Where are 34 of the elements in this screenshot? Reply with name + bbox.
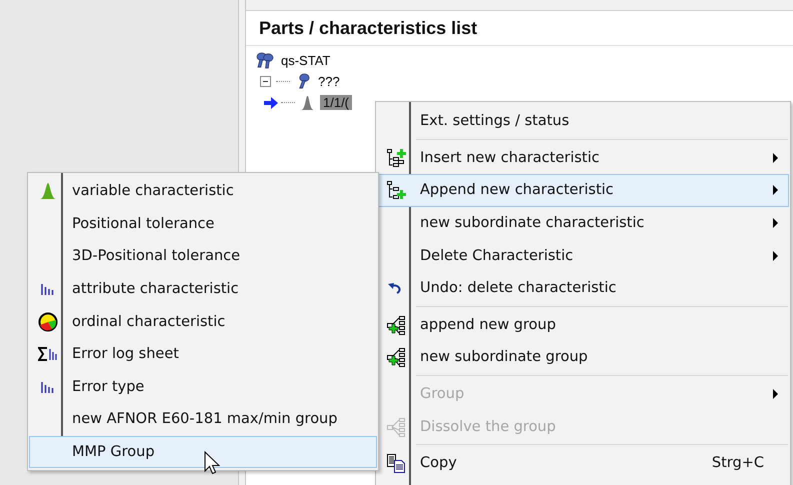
group-icon [386,314,406,335]
tree-add-icon [386,180,406,200]
screws-icon [256,52,275,69]
pie-chart-icon [38,312,58,332]
menu-item[interactable]: Positional tolerance [29,208,377,240]
menu-item[interactable]: new AFNOR E60-181 max/min group [29,403,377,436]
menu-item[interactable]: Insert new characteristic [377,142,789,174]
menu-item[interactable]: Copy Strg+C [377,446,789,480]
menu-item[interactable]: Error log sheet [29,338,377,371]
menu-item[interactable]: attribute characteristic [29,272,377,306]
menu-item[interactable]: Append new characteristic [377,174,789,207]
group-icon [386,347,406,368]
collapse-toggle[interactable] [260,76,271,87]
menu-item[interactable]: variable characteristic [29,175,377,208]
menu-item[interactable]: append new group [377,308,789,342]
tree-item[interactable]: ??? [315,74,343,89]
tree-item[interactable]: qs-STAT [278,53,334,68]
menu-item[interactable]: MMP Group [29,436,377,468]
panel-title: Parts / characteristics list [246,11,793,46]
tree-item[interactable]: 1/1/( [320,95,352,110]
menu-item[interactable]: 3D-Positional tolerance [29,240,377,273]
group-icon [386,416,406,437]
menu-item[interactable]: Error type [29,370,377,404]
menu-item[interactable]: Ext. settings / status [377,105,789,138]
copy-icon [386,453,406,474]
menu-item[interactable]: Undo: delete characteristic [377,272,789,305]
menu-item[interactable]: ordinal characteristic [29,305,377,338]
bell-curve-icon [38,181,58,202]
menu-item[interactable]: new subordinate group [377,341,789,374]
shortcut-label: Strg+C [712,455,765,472]
menu-item[interactable]: Delete Characteristic [377,239,789,272]
tree-add-icon [386,148,406,168]
mouse-pointer-icon [204,451,221,475]
menu-item[interactable]: new subordinate characteristic [377,206,789,240]
